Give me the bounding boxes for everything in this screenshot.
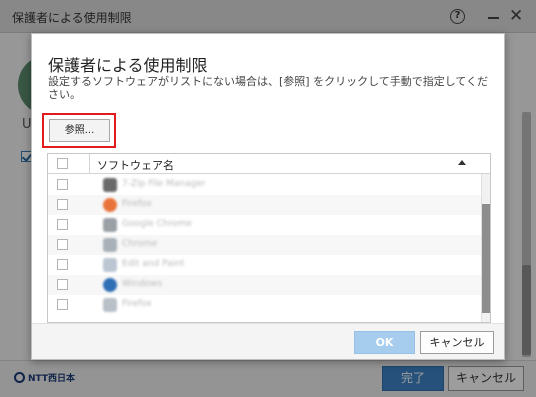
select-all-checkbox[interactable] (57, 158, 68, 169)
app-icon (103, 258, 117, 272)
list-item[interactable]: 7-Zip File Manager (48, 175, 481, 195)
ok-button[interactable]: OK (354, 331, 415, 354)
row-checkbox[interactable] (57, 239, 68, 250)
list-item[interactable]: Windows (48, 275, 481, 295)
dialog-description: 設定するソフトウェアがリストにない場合は、[参照] をクリックして手動で指定して… (48, 75, 489, 101)
dialog-title: 保護者による使用制限 (48, 56, 208, 75)
app-icon (103, 278, 117, 292)
column-header-software-name[interactable]: ソフトウェア名 (97, 157, 174, 173)
list-item[interactable]: Google Chrome (48, 215, 481, 235)
app-icon (103, 298, 117, 312)
app-name: Firefox (122, 299, 152, 309)
list-item[interactable]: Firefox (48, 295, 481, 315)
row-checkbox[interactable] (57, 299, 68, 310)
list-item[interactable]: Firefox (48, 195, 481, 215)
row-checkbox[interactable] (57, 199, 68, 210)
list-item[interactable]: Edit and Paint (48, 255, 481, 275)
app-name: Edit and Paint (122, 259, 185, 269)
app-name: Windows (122, 279, 163, 289)
row-checkbox[interactable] (57, 219, 68, 230)
software-list: ソフトウェア名 7-Zip File Manager Firefox Googl… (47, 153, 491, 323)
sort-ascending-icon[interactable] (458, 160, 466, 165)
list-scrollbar-thumb[interactable] (482, 204, 490, 313)
browse-button[interactable]: 参照... (49, 119, 110, 142)
parental-control-dialog: 保護者による使用制限 設定するソフトウェアがリストにない場合は、[参照] をクリ… (31, 33, 505, 360)
software-list-header: ソフトウェア名 (48, 154, 490, 174)
app-icon (103, 198, 117, 212)
row-checkbox[interactable] (57, 259, 68, 270)
app-icon (103, 218, 117, 232)
app-name: Chrome (122, 239, 158, 249)
row-checkbox[interactable] (57, 279, 68, 290)
app-name: 7-Zip File Manager (122, 179, 206, 189)
row-checkbox[interactable] (57, 179, 68, 190)
app-icon (103, 178, 117, 192)
app-name: Firefox (122, 199, 152, 209)
cancel-button[interactable]: キャンセル (420, 331, 494, 354)
app-name: Google Chrome (122, 219, 192, 229)
app-icon (103, 238, 117, 252)
list-item[interactable]: Chrome (48, 235, 481, 255)
header-divider (89, 154, 90, 174)
